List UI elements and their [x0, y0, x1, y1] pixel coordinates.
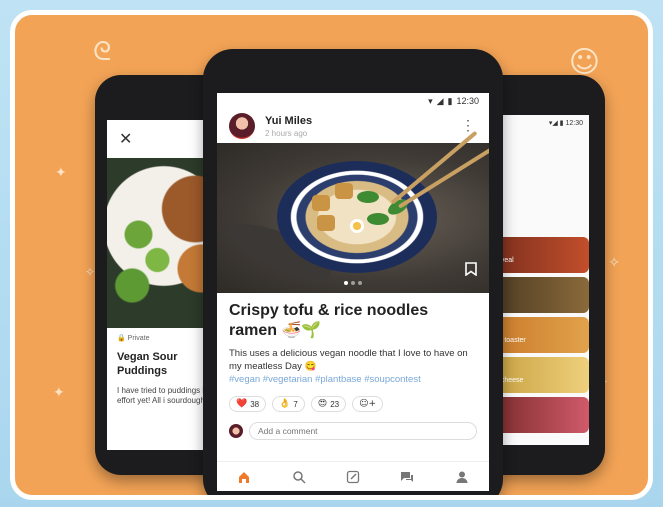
post-photo[interactable]: [217, 130, 489, 293]
status-bar: ▾ ◢ ▮ 12:30: [217, 93, 489, 109]
post-title: Crispy tofu & rice noodles ramen 🍜🌱: [229, 302, 429, 339]
recipe-tile[interactable]: [489, 397, 589, 433]
heart-eyes-icon: 😍: [317, 399, 328, 409]
tofu-shape: [335, 183, 353, 199]
comment-input[interactable]: [249, 422, 477, 440]
post-description: This uses a delicious vegan noodle that …: [229, 348, 468, 372]
recipe-tile[interactable]: d veal: [489, 237, 589, 273]
sparkle-doodle: ✦: [53, 385, 65, 401]
greens-shape: [357, 191, 379, 203]
ok-hand-icon: 👌: [279, 399, 291, 409]
post-hashtags[interactable]: #vegan #vegetarian #plantbase #soupconte…: [217, 373, 489, 386]
reaction-ok[interactable]: 👌 7: [272, 396, 305, 412]
sparkle-doodle: ✧: [608, 255, 620, 271]
bottom-nav: [217, 461, 489, 491]
chat-icon[interactable]: [397, 467, 417, 487]
recipe-tile[interactable]: ch toaster: [489, 317, 589, 353]
comment-row: [217, 412, 489, 440]
edit-icon[interactable]: [343, 467, 363, 487]
reaction-count: 38: [250, 399, 260, 409]
carousel-dots: [344, 281, 362, 285]
bookmark-icon[interactable]: [465, 262, 477, 281]
post-time: 2 hours ago: [265, 128, 308, 138]
reaction-love-eyes[interactable]: 😍 23: [310, 396, 347, 412]
carousel-dot[interactable]: [358, 281, 362, 285]
close-icon[interactable]: ✕: [119, 129, 132, 149]
profile-icon[interactable]: [452, 467, 472, 487]
author-block: Yui Miles 2 hours ago: [265, 115, 312, 138]
wifi-icon: ▾: [428, 95, 433, 106]
sparkle-doodle: ✦: [55, 165, 67, 181]
center-phone-screen: ▾ ◢ ▮ 12:30 Yui Miles 2 hours ago ⋮ Cris…: [217, 93, 489, 491]
avatar: [229, 424, 243, 438]
add-reaction-button[interactable]: ☺+: [352, 396, 384, 412]
heart-icon: ❤️: [236, 399, 248, 409]
greens-shape: [367, 213, 389, 225]
post-header: Yui Miles 2 hours ago ⋮: [217, 109, 489, 143]
search-icon[interactable]: [289, 467, 309, 487]
sparkle-doodle: ✧: [85, 265, 96, 279]
home-icon[interactable]: [234, 467, 254, 487]
recipe-tile[interactable]: [489, 277, 589, 313]
recipe-tile[interactable]: d cheese: [489, 357, 589, 393]
status-time: 12:30: [456, 96, 479, 106]
reaction-count: 23: [330, 399, 340, 409]
battery-icon: ▮: [447, 95, 453, 106]
signal-icon: ◢: [436, 95, 444, 106]
reactions-row: ❤️ 38 👌 7 😍 23 ☺+: [217, 386, 489, 412]
reaction-heart[interactable]: ❤️ 38: [229, 396, 267, 412]
carousel-dot[interactable]: [344, 281, 348, 285]
tofu-shape: [312, 195, 330, 211]
author-name[interactable]: Yui Miles: [265, 115, 312, 127]
center-phone: ▾ ◢ ▮ 12:30 Yui Miles 2 hours ago ⋮ Cris…: [203, 49, 503, 495]
tofu-shape: [317, 215, 335, 231]
add-reaction-icon: ☺+: [359, 399, 377, 409]
avatar[interactable]: [229, 113, 255, 139]
reaction-count: 7: [293, 399, 298, 409]
carousel-dot[interactable]: [351, 281, 355, 285]
bowl-shape: [277, 161, 437, 273]
promo-frame: ᘓ ☺ ✦ ✧ ✦ ✧ ✦ ✕ 🔒 Private Vegan Sour Pud…: [10, 10, 653, 500]
egg-shape: [350, 219, 364, 233]
swirl-doodle: ᘓ: [93, 37, 112, 67]
